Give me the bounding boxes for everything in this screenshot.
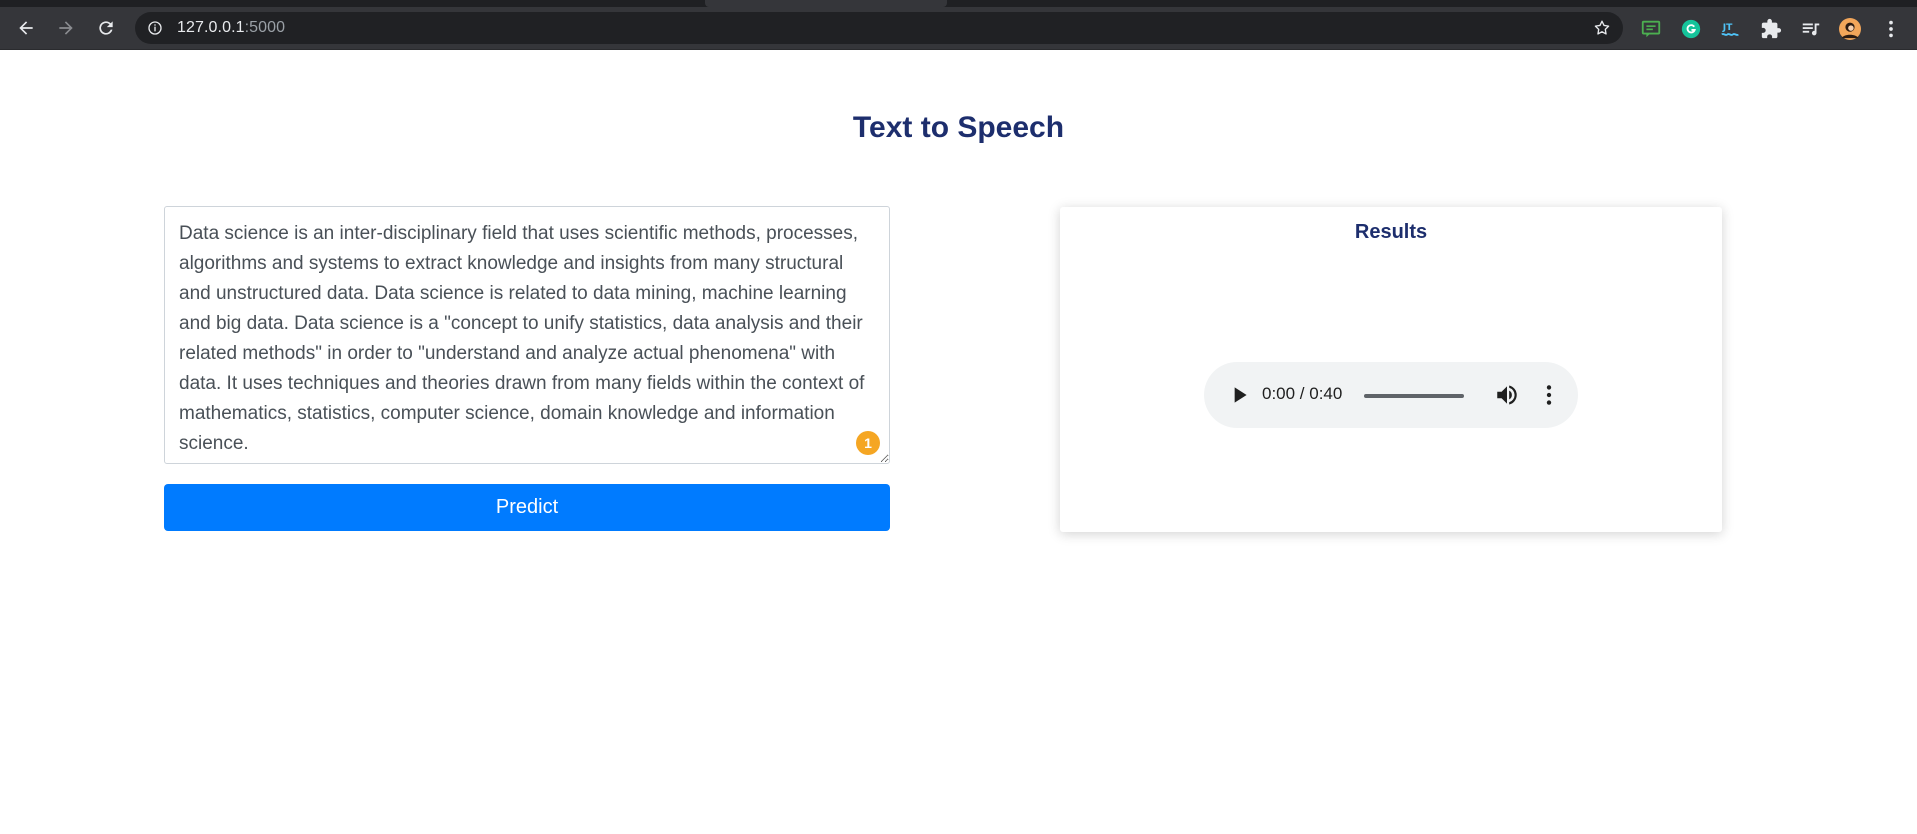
media-controls-button[interactable]	[1799, 17, 1823, 41]
arrow-left-icon	[19, 21, 33, 35]
volume-icon[interactable]	[1494, 382, 1520, 408]
results-title: Results	[1354, 221, 1428, 243]
reload-button[interactable]	[91, 13, 121, 43]
url-port: :5000	[244, 19, 286, 36]
page-content: Text to Speech Data science is an inter-…	[0, 51, 1917, 834]
grammarly-badge[interactable]: 1	[856, 431, 880, 455]
text-input[interactable]: Data science is an inter-disciplinary fi…	[164, 206, 890, 464]
extension-feedback[interactable]	[1639, 17, 1663, 41]
info-icon[interactable]	[147, 20, 163, 36]
grammarly-icon	[1681, 19, 1701, 39]
url-host: 127.0.0.1	[177, 19, 245, 36]
avatar-icon	[1839, 18, 1861, 40]
extension-wave[interactable]: JT	[1719, 17, 1743, 41]
active-tab-hint[interactable]	[705, 0, 947, 7]
bookmark-star-icon[interactable]	[1593, 19, 1611, 37]
extensions-button[interactable]	[1759, 17, 1783, 41]
predict-button[interactable]: Predict	[164, 484, 890, 531]
play-icon[interactable]	[1226, 382, 1252, 408]
page-title: Text to Speech	[852, 111, 1065, 144]
url-text: 127.0.0.1:5000	[177, 19, 285, 37]
more-vert-icon	[1889, 20, 1893, 38]
input-area: Data science is an inter-disciplinary fi…	[164, 206, 890, 464]
arrow-right-icon	[59, 21, 73, 35]
svg-text:JT: JT	[1722, 22, 1733, 33]
back-button[interactable]	[11, 13, 41, 43]
puzzle-icon	[1761, 18, 1782, 39]
audio-time: 0:00 / 0:40	[1262, 384, 1343, 403]
results-card: Results 0:00 / 0:40	[1060, 207, 1722, 532]
window-top-strip	[0, 0, 1917, 7]
more-options-icon[interactable]	[1536, 382, 1562, 408]
address-bar[interactable]: 127.0.0.1:5000	[135, 12, 1623, 44]
browser-menu-button[interactable]	[1879, 17, 1903, 41]
chat-icon	[1641, 20, 1661, 38]
wave-icon: JT	[1721, 22, 1739, 36]
forward-button[interactable]	[51, 13, 81, 43]
audio-player[interactable]: 0:00 / 0:40	[1204, 362, 1578, 428]
profile-avatar[interactable]	[1838, 17, 1862, 41]
browser-toolbar: 127.0.0.1:5000 JT	[0, 7, 1917, 50]
audio-progress-track[interactable]	[1364, 394, 1464, 398]
playlist-icon	[1802, 23, 1820, 36]
extension-grammarly[interactable]	[1679, 17, 1703, 41]
reload-icon	[99, 21, 113, 35]
